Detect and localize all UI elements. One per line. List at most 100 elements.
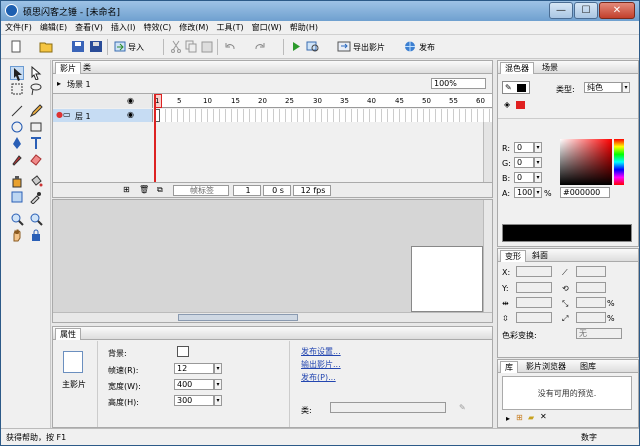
frame-rate-dropdown-icon[interactable]: ▾ xyxy=(214,363,222,374)
skew-x-input[interactable] xyxy=(576,266,606,277)
height-dropdown-icon[interactable]: ▾ xyxy=(214,395,222,406)
stage-canvas[interactable] xyxy=(411,246,483,312)
tab-gallery[interactable]: 图库 xyxy=(576,361,600,373)
stage-area[interactable] xyxy=(52,199,493,323)
menu-view[interactable]: 查看(V) xyxy=(71,21,107,35)
export-movie-button[interactable]: 导出影片 xyxy=(353,42,385,53)
width-dropdown-icon[interactable]: ▾ xyxy=(214,379,222,390)
menu-file[interactable]: 文件(F) xyxy=(1,21,36,35)
new-file-icon[interactable] xyxy=(9,40,23,53)
publish-link[interactable]: 发布(P)... xyxy=(301,372,336,383)
edit-pencil-icon[interactable]: ✎ xyxy=(459,403,466,412)
layer-row[interactable]: ● ▭ 层 1 ◉ xyxy=(53,109,153,122)
scale-x-input[interactable] xyxy=(576,297,606,308)
fill-type-select[interactable]: 纯色 xyxy=(584,82,622,93)
lasso-icon[interactable] xyxy=(29,82,43,96)
maximize-button[interactable]: ☐ xyxy=(574,2,598,19)
color-transform-select[interactable]: 无 xyxy=(576,328,622,339)
add-layer-icon[interactable]: ⊞ xyxy=(123,185,130,194)
menu-tools[interactable]: 工具(T) xyxy=(212,21,247,35)
publish-settings-link[interactable]: 发布设置... xyxy=(301,346,341,357)
green-dropdown-icon[interactable]: ▾ xyxy=(534,157,542,168)
open-folder-icon[interactable] xyxy=(39,40,53,53)
fill-transform-icon[interactable] xyxy=(10,190,24,204)
hand-icon[interactable] xyxy=(10,228,24,242)
tab-library[interactable]: 库 xyxy=(500,361,518,373)
library-menu-icon[interactable]: ▸ xyxy=(506,414,510,423)
tab-transform[interactable]: 变形 xyxy=(500,250,526,262)
tab-scene[interactable]: 场景 xyxy=(538,62,562,74)
minimize-button[interactable]: — xyxy=(549,2,573,19)
tab-movie[interactable]: 影片 xyxy=(55,62,81,74)
width-input[interactable]: 400 xyxy=(174,379,214,390)
color-spectrum[interactable] xyxy=(560,139,612,185)
red-input[interactable]: 0 xyxy=(514,142,534,153)
save-all-icon[interactable] xyxy=(89,40,103,53)
cut-icon[interactable] xyxy=(169,40,183,53)
redo-icon[interactable] xyxy=(253,40,267,53)
hex-input[interactable]: #000000 xyxy=(560,187,610,198)
hue-slider[interactable] xyxy=(614,139,624,185)
menu-effects[interactable]: 特效(C) xyxy=(139,21,175,35)
pen-icon[interactable] xyxy=(10,136,24,150)
menu-modify[interactable]: 修改(M) xyxy=(175,21,212,35)
transform-icon[interactable] xyxy=(10,82,24,96)
eraser-icon[interactable] xyxy=(29,152,43,166)
red-dropdown-icon[interactable]: ▾ xyxy=(534,142,542,153)
delete-layer-icon[interactable]: 🗑 xyxy=(139,185,149,194)
pencil-icon[interactable] xyxy=(29,104,43,118)
publish-icon[interactable] xyxy=(403,40,417,53)
onion-skin-icon[interactable]: ⧉ xyxy=(157,185,163,195)
import-button[interactable]: 导入 xyxy=(128,42,144,53)
layer-visible-icon[interactable]: ◉ xyxy=(127,110,134,119)
subselect-icon[interactable] xyxy=(29,65,43,81)
height-scale-input[interactable] xyxy=(516,312,552,323)
menu-insert[interactable]: 插入(I) xyxy=(107,21,140,35)
x-input[interactable] xyxy=(516,266,552,277)
green-input[interactable]: 0 xyxy=(514,157,534,168)
alpha-dropdown-icon[interactable]: ▾ xyxy=(534,187,542,198)
fill-color-icon[interactable]: ◈ xyxy=(502,99,530,112)
rotate-input[interactable] xyxy=(576,282,606,293)
tab-mixer[interactable]: 混色器 xyxy=(500,62,534,74)
scene-selector[interactable]: 场景 1 xyxy=(67,79,91,90)
save-icon[interactable] xyxy=(71,40,85,53)
fill-type-dropdown-icon[interactable]: ▾ xyxy=(622,82,630,93)
ink-bottle-icon[interactable] xyxy=(10,174,24,188)
y-input[interactable] xyxy=(516,282,552,293)
zoom-select[interactable]: 100% xyxy=(431,78,486,89)
new-symbol-icon[interactable]: ⊞ xyxy=(516,413,523,422)
layer-frames[interactable] xyxy=(154,109,492,122)
frame-ruler[interactable]: 1 5 10 15 20 25 30 35 40 45 50 55 60 xyxy=(154,94,492,108)
lock-icon[interactable] xyxy=(29,228,43,242)
tab-properties[interactable]: 属性 xyxy=(55,328,81,340)
layer-name[interactable]: 层 1 xyxy=(75,111,91,122)
ellipse-icon[interactable] xyxy=(10,120,24,134)
tab-class[interactable]: 类 xyxy=(79,62,95,74)
eyedropper-icon[interactable] xyxy=(29,190,43,205)
stroke-color-icon[interactable]: ✎ xyxy=(502,81,530,94)
brush-icon[interactable] xyxy=(10,152,24,166)
blue-dropdown-icon[interactable]: ▾ xyxy=(534,172,542,183)
menu-edit[interactable]: 编辑(E) xyxy=(36,21,71,35)
paste-icon[interactable] xyxy=(200,40,214,53)
stage-vscrollbar[interactable] xyxy=(483,200,492,312)
text-icon[interactable] xyxy=(29,136,43,150)
zoom-in-icon[interactable] xyxy=(10,212,24,226)
alpha-input[interactable]: 100 xyxy=(514,187,534,198)
undo-icon[interactable] xyxy=(223,40,237,53)
tab-bevel[interactable]: 斜面 xyxy=(528,250,552,262)
rectangle-icon[interactable] xyxy=(29,120,43,134)
copy-icon[interactable] xyxy=(184,40,198,53)
background-color-picker[interactable] xyxy=(177,346,189,357)
frame-label-field[interactable]: 帧标签 xyxy=(173,185,229,196)
preview-icon[interactable] xyxy=(306,40,320,53)
class-input[interactable] xyxy=(330,402,446,413)
play-icon[interactable] xyxy=(289,40,303,53)
publish-button[interactable]: 发布 xyxy=(419,42,435,53)
close-button[interactable]: ✕ xyxy=(599,2,635,19)
export-movie-icon[interactable] xyxy=(337,40,351,53)
paint-bucket-icon[interactable] xyxy=(29,174,43,188)
export-movie-link[interactable]: 输出影片... xyxy=(301,359,341,370)
height-input[interactable]: 300 xyxy=(174,395,214,406)
